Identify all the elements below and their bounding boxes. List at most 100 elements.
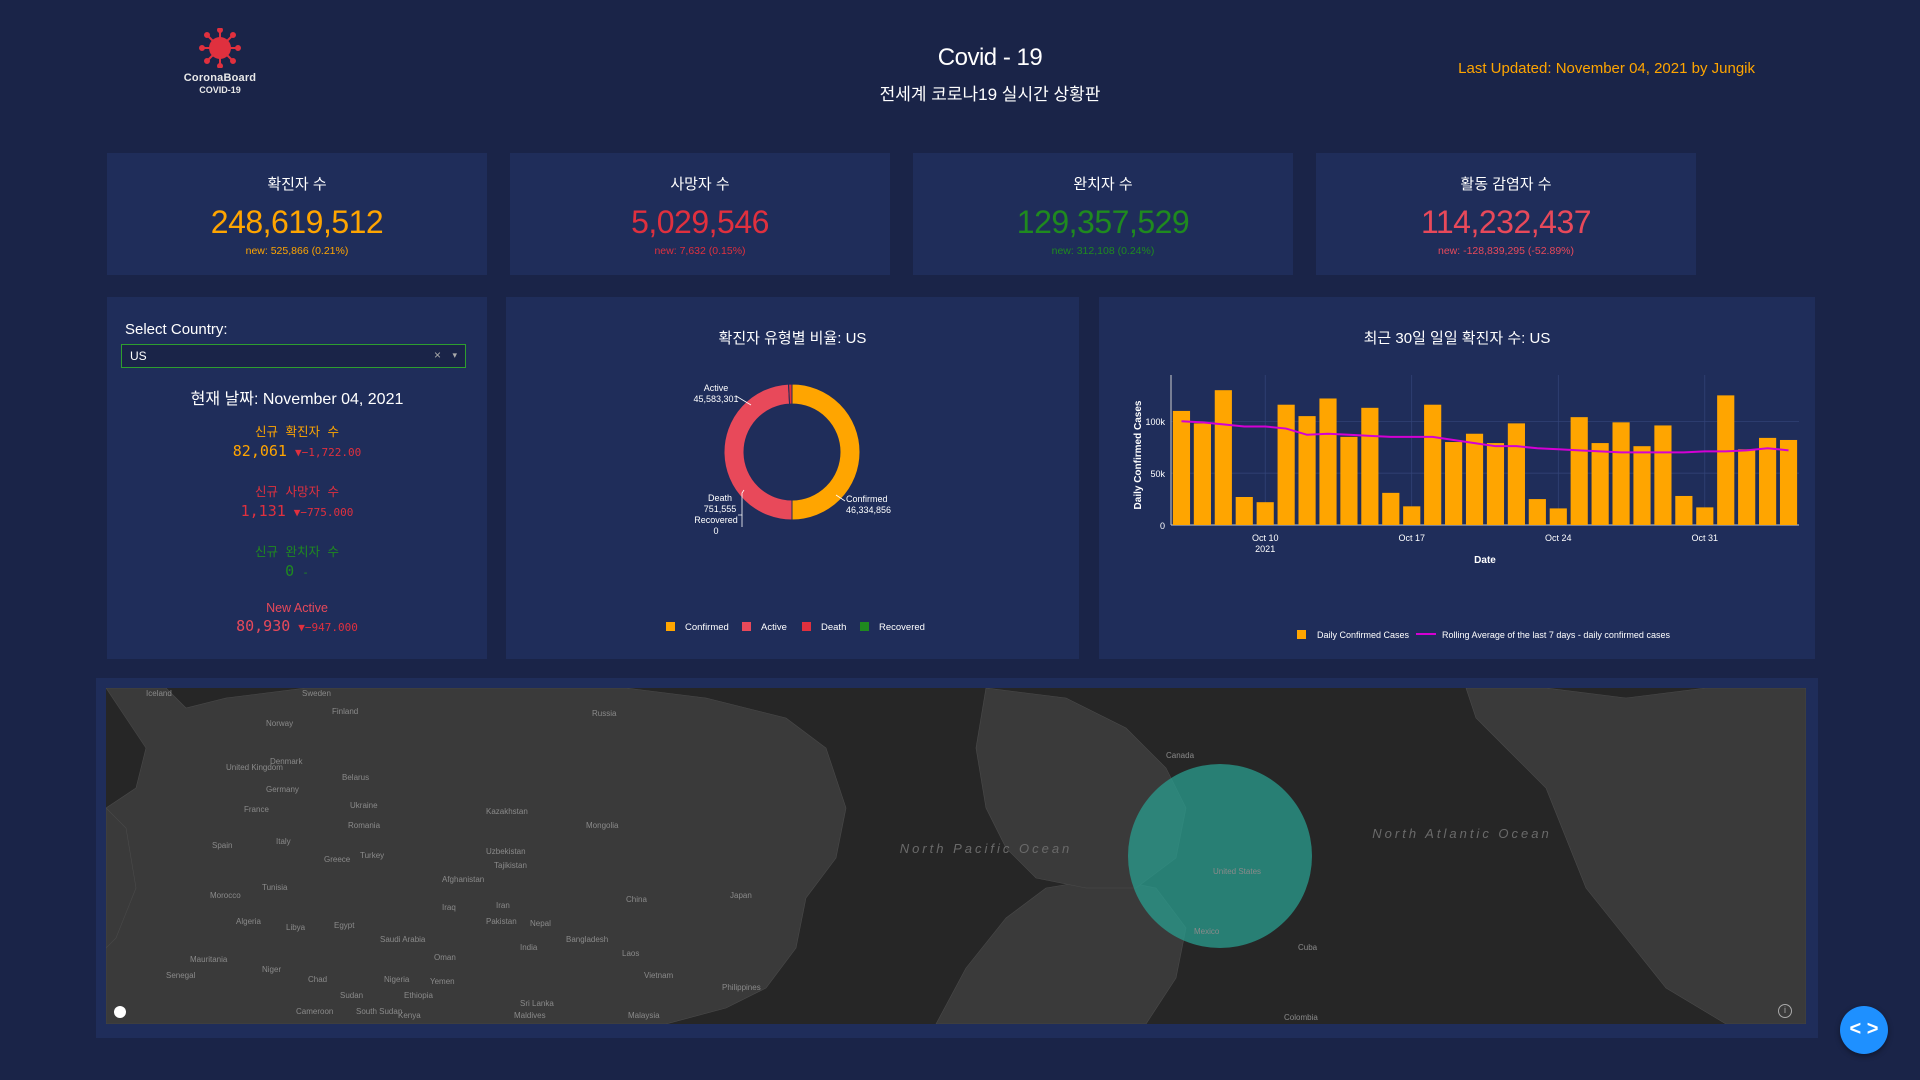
- map-country-label: Norway: [266, 719, 293, 728]
- bar[interactable]: [1779, 439, 1798, 525]
- map-country-label: Iran: [496, 901, 510, 910]
- mapbox-logo-icon[interactable]: [114, 1006, 126, 1018]
- bar[interactable]: [1361, 407, 1379, 525]
- map-country-label: Sweden: [302, 689, 331, 698]
- kpi-value: 129,357,529: [1016, 204, 1190, 240]
- bar[interactable]: [1507, 423, 1525, 525]
- donut-slice-active[interactable]: [723, 383, 793, 521]
- bar[interactable]: [1193, 423, 1211, 525]
- virus-icon: [199, 28, 241, 68]
- kpi-new: new: 312,108 (0.24%): [1051, 245, 1155, 257]
- world-map[interactable]: Iceland Sweden Finland Norway United Kingdom…: [106, 688, 1806, 1024]
- map-country-label: Laos: [622, 949, 639, 958]
- bar[interactable]: [1612, 422, 1630, 525]
- bar[interactable]: [1738, 449, 1756, 525]
- map-country-label: Turkey: [360, 851, 384, 860]
- bar[interactable]: [1319, 398, 1337, 525]
- donut-label-death: Death: [708, 493, 732, 503]
- title-main: Covid - 19: [937, 44, 1043, 71]
- donut-panel: 확진자 유형별 비율: US Active 45,583,301 Death 7…: [506, 297, 1079, 659]
- bar[interactable]: [1424, 404, 1442, 525]
- legend-active: Active: [761, 622, 787, 633]
- stat-label: 신규 사망자 수: [254, 484, 340, 499]
- bar[interactable]: [1570, 417, 1588, 525]
- kpi-confirmed: 확진자 수 248,619,512 new: 525,866 (0.21%): [107, 153, 487, 275]
- bar[interactable]: [1172, 410, 1191, 525]
- bar[interactable]: [1759, 437, 1777, 525]
- us-cases-bubble[interactable]: [1128, 764, 1312, 948]
- bar[interactable]: [1633, 446, 1651, 525]
- map-country-label: Uzbekistan: [486, 847, 526, 856]
- map-country-label: Japan: [730, 891, 752, 900]
- current-date: 현재 날짜: November 04, 2021: [190, 391, 404, 408]
- donut-value-confirmed: 46,334,856: [846, 505, 891, 515]
- kpi-value: 5,029,546: [631, 204, 769, 240]
- bar[interactable]: [1591, 443, 1609, 525]
- stat-label: 신규 확진자 수: [254, 424, 340, 439]
- bar[interactable]: [1549, 508, 1567, 525]
- country-select-value: US: [130, 349, 147, 363]
- map-country-label: Iceland: [146, 689, 172, 698]
- map-country-label: Yemen: [430, 977, 455, 986]
- legend-rolling: Rolling Average of the last 7 days - dai…: [1442, 630, 1670, 640]
- bar[interactable]: [1340, 436, 1358, 525]
- donut-value-recovered: 0: [713, 526, 718, 536]
- map-country-label: France: [244, 805, 269, 814]
- clear-icon[interactable]: ×: [434, 348, 441, 362]
- x-tick: Oct 31: [1692, 533, 1719, 543]
- bar[interactable]: [1382, 492, 1400, 525]
- stat-value: 0: [285, 562, 295, 580]
- x-tick: Oct 17: [1398, 533, 1425, 543]
- x-tick: Oct 24: [1545, 533, 1572, 543]
- map-country-label: Finland: [332, 707, 358, 716]
- map-country-label: Colombia: [1284, 1013, 1318, 1022]
- map-canvas[interactable]: Iceland SwedenFinlandNorwayUnited Kingdom…: [106, 688, 1806, 1024]
- page-title: Covid - 19 전세계 코로나19 실시간 상황판: [780, 44, 1200, 105]
- bar[interactable]: [1277, 404, 1295, 525]
- bar[interactable]: [1717, 395, 1735, 525]
- bar[interactable]: [1486, 443, 1505, 525]
- x-tick: Oct 10: [1252, 533, 1279, 543]
- donut-label-confirmed: Confirmed: [846, 494, 888, 504]
- map-country-label: Oman: [434, 953, 456, 962]
- bar[interactable]: [1696, 507, 1714, 525]
- map-country-label: Algeria: [236, 917, 261, 926]
- stat-delta: ▼−947.000: [298, 621, 358, 634]
- rolling-average-line[interactable]: [1181, 420, 1789, 454]
- map-country-label: Germany: [266, 785, 299, 794]
- kpi-active: 활동 감염자 수 114,232,437 new: -128,839,295 (…: [1316, 153, 1696, 275]
- stat-value: 82,061: [232, 442, 287, 460]
- info-icon[interactable]: i: [1778, 1004, 1792, 1018]
- kpi-label: 사망자 수: [670, 176, 730, 193]
- kpi-new: new: -128,839,295 (-52.89%): [1437, 245, 1574, 257]
- donut-slice-death[interactable]: [788, 383, 793, 405]
- map-country-label: Iraq: [442, 903, 456, 912]
- code-toggle-button[interactable]: < >: [1840, 1006, 1888, 1054]
- stat-label: New Active: [266, 601, 328, 615]
- stat-value: 80,930: [236, 617, 291, 635]
- donut-value-active: 45,583,301: [693, 394, 738, 404]
- map-country-label: Kazakhstan: [486, 807, 528, 816]
- bar[interactable]: [1465, 433, 1484, 525]
- bar[interactable]: [1445, 442, 1463, 525]
- map-country-label: Sudan: [340, 991, 363, 1000]
- kpi-recovered: 완치자 수 129,357,529 new: 312,108 (0.24%): [913, 153, 1293, 275]
- bar[interactable]: [1256, 502, 1274, 525]
- bar[interactable]: [1654, 425, 1672, 525]
- y-axis-label: Daily Confirmed Cases: [1133, 400, 1144, 509]
- map-country-label: Mauritania: [190, 955, 228, 964]
- map-country-label: Ukraine: [350, 801, 378, 810]
- bar[interactable]: [1235, 497, 1253, 525]
- bar[interactable]: [1214, 390, 1232, 525]
- legend-death: Death: [821, 622, 846, 633]
- country-select[interactable]: US × ▾: [121, 344, 466, 368]
- bar[interactable]: [1675, 495, 1693, 525]
- map-country-label: Sri Lanka: [520, 999, 554, 1008]
- map-country-label: Egypt: [334, 921, 355, 930]
- bar[interactable]: [1403, 506, 1421, 525]
- bar[interactable]: [1528, 499, 1546, 525]
- map-country-label: Tajikistan: [494, 861, 527, 870]
- y-tick: 100k: [1145, 417, 1165, 427]
- chevron-down-icon[interactable]: ▾: [452, 350, 457, 361]
- bar-panel: 최근 30일 일일 확진자 수: US 0 50k 100k Oct 10 20…: [1099, 297, 1815, 659]
